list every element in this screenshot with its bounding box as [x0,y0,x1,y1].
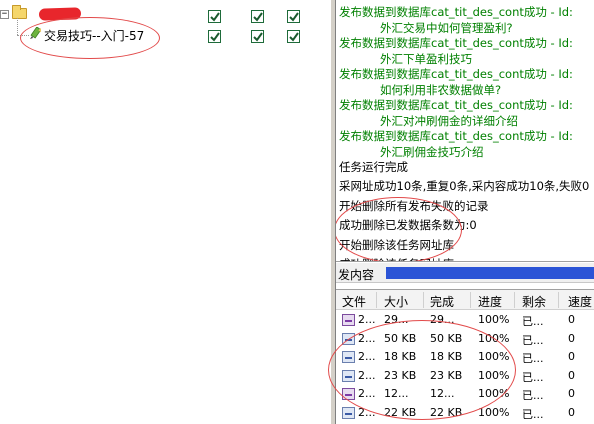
log-line: 任务运行完成 [339,160,408,174]
cell-speed: 0 [568,331,575,345]
checkmark-icon [289,12,299,22]
log-line: 发布数据到数据库cat_tit_des_cont成功 - Id: [339,36,573,50]
column-header-done[interactable]: 完成 [430,293,454,310]
checkbox-col2-row1[interactable] [251,10,264,23]
cell-speed: 0 [568,350,575,363]
cell-speed: 0 [568,313,575,326]
task-tree-pane: − 交易技巧--入门-57 [0,0,330,424]
column-divider[interactable] [470,292,471,308]
column-header-progress[interactable]: 进度 [478,293,502,310]
cell-speed: 0 [568,368,575,382]
file-transfer-table: 文件 大小 完成 进度 剩余 速度 2... 29... 29... 100% 已...… [328,289,594,424]
cell-remaining: 已... [522,407,544,421]
annotation-ellipse [336,197,462,261]
image-file-icon [342,314,355,326]
log-line: 采网址成功10条,重复0条,采内容成功10条,失败0 [339,179,590,194]
column-header-size[interactable]: 大小 [384,293,408,310]
output-pane: 发布数据到数据库cat_tit_des_cont成功 - Id: 外汇交易中如何管… [328,0,594,424]
checkbox-col1-row1[interactable] [208,10,221,23]
progress-track [386,267,594,279]
progress-fill [386,267,594,279]
cell-remaining: 已... [522,370,544,384]
log-line: 外汇对冲刷佣金的详细介绍 [380,113,518,128]
log-line: 外汇下单盈利技巧 [380,51,472,66]
log-line: 发布数据到数据库cat_tit_des_cont成功 - Id: [339,5,573,19]
cell-progress: 100% [478,313,510,326]
log-line: 发布数据到数据库cat_tit_des_cont成功 - Id: [339,98,573,112]
progress-strip: 发内容 [336,263,594,283]
cell-file: 2... [358,313,376,326]
cell-speed: 0 [568,387,575,400]
image-file-icon [342,406,355,419]
table-header: 文件 大小 完成 进度 剩余 速度 [336,290,594,310]
log-line: 发布数据到数据库cat_tit_des_cont成功 - Id: [339,129,573,143]
cell-remaining: 已... [522,315,544,328]
tree-root-row[interactable]: − [0,0,330,22]
checkbox-col3-row1[interactable] [287,10,300,23]
cell-remaining: 已... [522,333,544,347]
column-header-file[interactable]: 文件 [342,293,366,310]
checkmark-icon [253,32,263,42]
cell-remaining: 已... [522,389,544,402]
progress-label: 发内容 [338,268,375,282]
cell-speed: 0 [568,405,575,419]
annotation-ellipse [328,320,516,420]
column-divider[interactable] [376,292,377,308]
column-divider[interactable] [558,292,559,308]
checkbox-col2-row2[interactable] [251,30,264,43]
folder-icon [12,5,27,19]
column-divider[interactable] [514,292,515,308]
column-header-remaining[interactable]: 剩余 [522,293,546,310]
log-line: 外汇刷佣金技巧介绍 [380,144,484,159]
checkmark-icon [210,12,220,22]
checkmark-icon [253,12,263,22]
annotation-ellipse [20,17,160,59]
log-line: 如何利用非农数据做单? [380,82,502,97]
checkbox-col3-row2[interactable] [287,30,300,43]
log-line: 发布数据到数据库cat_tit_des_cont成功 - Id: [339,67,573,81]
checkbox-col1-row2[interactable] [208,30,221,43]
checkmark-icon [210,32,220,42]
log-output[interactable]: 发布数据到数据库cat_tit_des_cont成功 - Id: 外汇交易中如何管… [336,0,594,262]
checkmark-icon [289,32,299,42]
collapse-toggle-icon[interactable]: − [0,10,9,19]
log-line: 外汇交易中如何管理盈利? [380,20,513,35]
column-divider[interactable] [423,292,424,308]
column-header-speed[interactable]: 速度 [568,293,592,310]
cell-remaining: 已... [522,352,544,365]
